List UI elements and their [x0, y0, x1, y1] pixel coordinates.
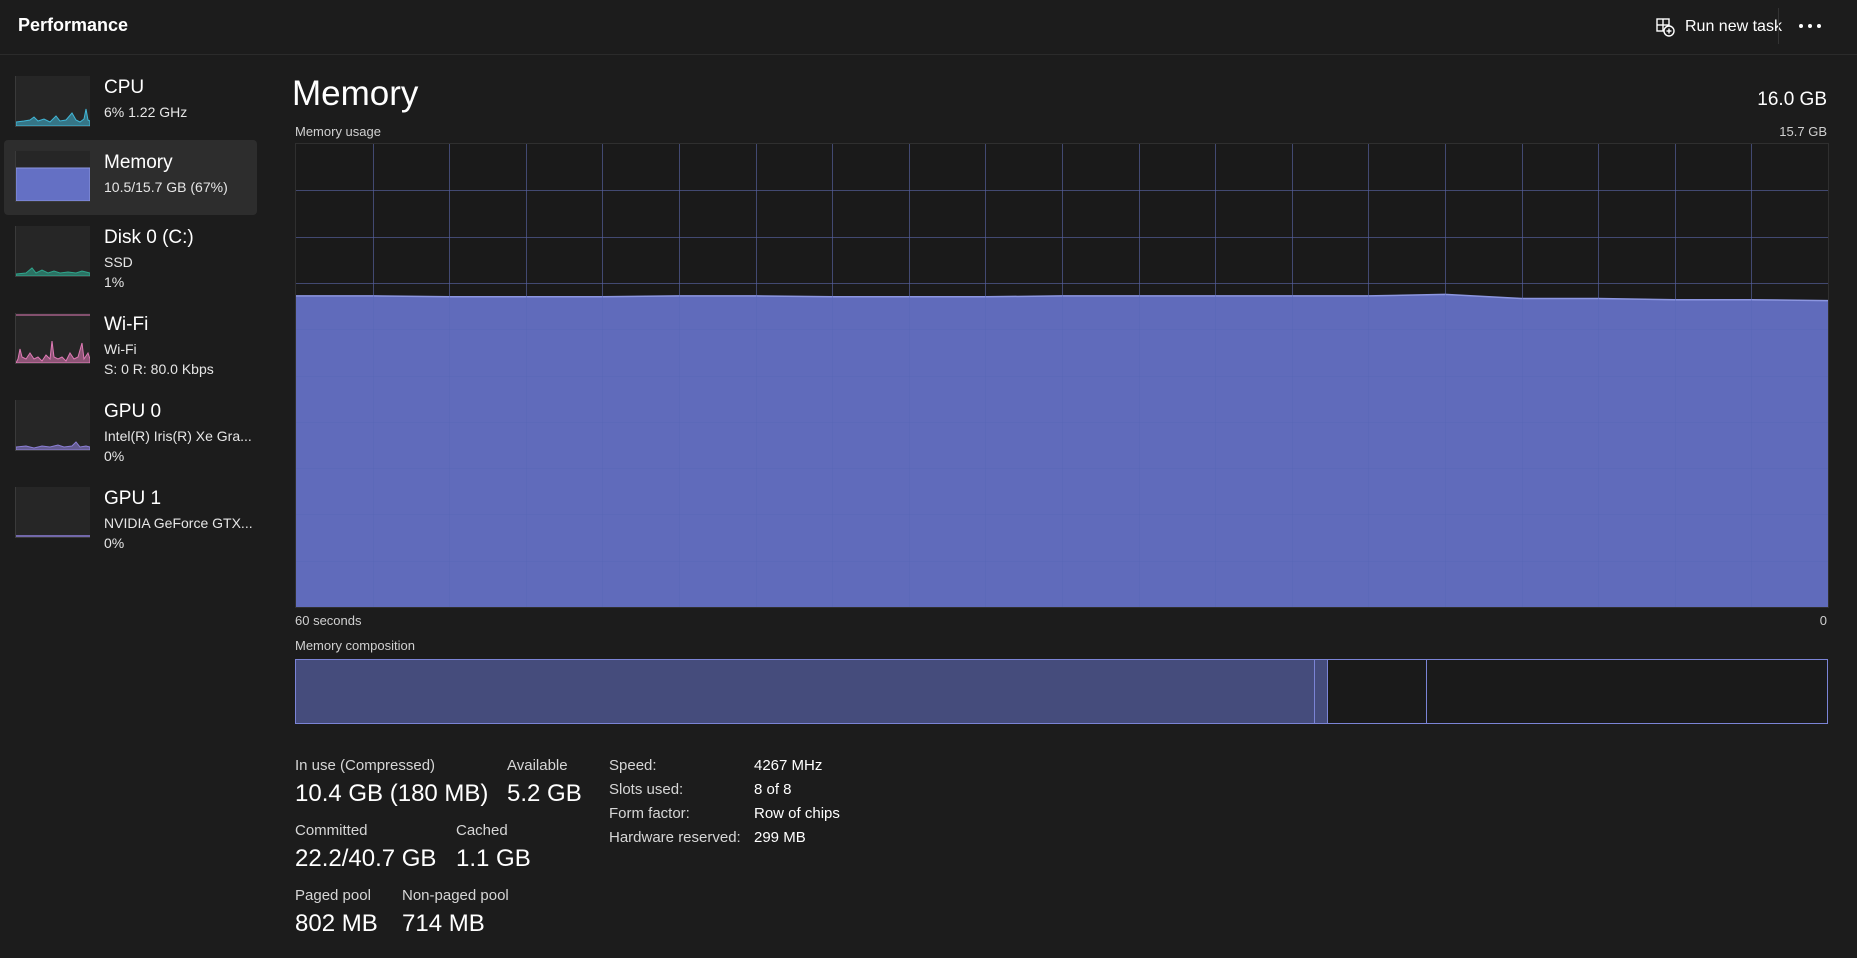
speed-label: Speed:: [609, 757, 657, 774]
sidebar-item-detail-2: 1%: [104, 274, 125, 290]
sidebar-item-wifi[interactable]: Wi-Fi Wi-Fi S: 0 R: 80.0 Kbps: [4, 302, 257, 377]
memory-composition-bar: [295, 659, 1828, 724]
sidebar-item-detail: SSD: [104, 254, 133, 270]
gpu0-thumbnail-graph: [15, 400, 90, 451]
non-paged-pool-value: 714 MB: [402, 910, 485, 937]
available-value: 5.2 GB: [507, 780, 582, 807]
committed-value: 22.2/40.7 GB: [295, 845, 437, 872]
in-use-value: 10.4 GB (180 MB): [295, 780, 489, 807]
paged-pool-value: 802 MB: [295, 910, 378, 937]
sidebar-item-disk-0[interactable]: Disk 0 (C:) SSD 1%: [4, 215, 257, 290]
hardware-reserved-value: 299 MB: [754, 829, 806, 846]
memory-usage-label: Memory usage: [295, 124, 381, 139]
sidebar-item-detail-2: 0%: [104, 535, 125, 551]
run-new-task-label: Run new task: [1685, 18, 1782, 35]
cpu-thumbnail-graph: [15, 76, 90, 127]
cached-label: Cached: [456, 822, 508, 839]
sidebar-item-name: GPU 1: [104, 488, 162, 509]
wifi-thumbnail-graph: [15, 313, 90, 364]
non-paged-pool-label: Non-paged pool: [402, 887, 509, 904]
run-new-task-button[interactable]: Run new task: [1655, 13, 1782, 41]
cached-value: 1.1 GB: [456, 845, 531, 872]
memory-usage-max: 15.7 GB: [1779, 124, 1827, 139]
sidebar-item-memory[interactable]: Memory 10.5/15.7 GB (67%): [4, 140, 257, 215]
memory-composition-label: Memory composition: [295, 638, 415, 653]
gpu1-thumbnail-graph: [15, 487, 90, 538]
slots-used-label: Slots used:: [609, 781, 684, 798]
page-title: Performance: [18, 15, 129, 35]
resource-title: Memory: [292, 74, 419, 113]
sidebar-item-detail-2: S: 0 R: 80.0 Kbps: [104, 361, 214, 377]
sidebar-item-name: Memory: [104, 152, 173, 173]
disk-thumbnail-graph: [15, 226, 90, 277]
sidebar-item-detail: 10.5/15.7 GB (67%): [104, 179, 228, 195]
form-factor-label: Form factor:: [609, 805, 690, 822]
graph-time-left: 60 seconds: [295, 613, 362, 628]
toolbar-divider: [1778, 8, 1779, 44]
speed-value: 4267 MHz: [754, 757, 823, 774]
committed-label: Committed: [295, 822, 368, 839]
composition-modified[interactable]: [1314, 660, 1328, 723]
sidebar-item-name: GPU 0: [104, 401, 162, 422]
ellipsis-icon: [1799, 24, 1821, 28]
slots-used-value: 8 of 8: [754, 781, 792, 798]
in-use-label: In use (Compressed): [295, 757, 436, 774]
sidebar-item-name: Wi-Fi: [104, 314, 149, 335]
sidebar-item-detail: 6% 1.22 GHz: [104, 104, 188, 120]
sidebar-item-detail-2: 0%: [104, 448, 125, 464]
graph-time-right: 0: [1819, 613, 1827, 628]
sidebar-item-cpu[interactable]: CPU 6% 1.22 GHz: [4, 65, 257, 140]
form-factor-value: Row of chips: [754, 805, 840, 822]
composition-in-use[interactable]: [296, 660, 1314, 723]
sidebar-item-name: Disk 0 (C:): [104, 227, 194, 248]
available-label: Available: [507, 757, 568, 774]
more-options-icon[interactable]: [1790, 12, 1830, 40]
composition-standby[interactable]: [1328, 660, 1427, 723]
hardware-reserved-label: Hardware reserved:: [609, 829, 741, 846]
memory-usage-chart: [296, 144, 1828, 607]
sidebar-item-gpu-1[interactable]: GPU 1 NVIDIA GeForce GTX... 0%: [4, 476, 257, 551]
sidebar-item-name: CPU: [104, 77, 145, 98]
title-bar: Performance Run new task: [0, 0, 1857, 55]
memory-usage-graph: [295, 143, 1829, 608]
total-memory: 16.0 GB: [1757, 89, 1827, 110]
sidebar-item-detail: NVIDIA GeForce GTX...: [104, 515, 253, 531]
paged-pool-label: Paged pool: [295, 887, 371, 904]
sidebar-item-detail: Intel(R) Iris(R) Xe Gra...: [104, 428, 252, 444]
sidebar-item-detail: Wi-Fi: [104, 341, 137, 357]
sidebar-item-gpu-0[interactable]: GPU 0 Intel(R) Iris(R) Xe Gra... 0%: [4, 389, 257, 464]
memory-thumbnail-graph: [15, 151, 90, 202]
new-task-icon: [1656, 18, 1675, 37]
